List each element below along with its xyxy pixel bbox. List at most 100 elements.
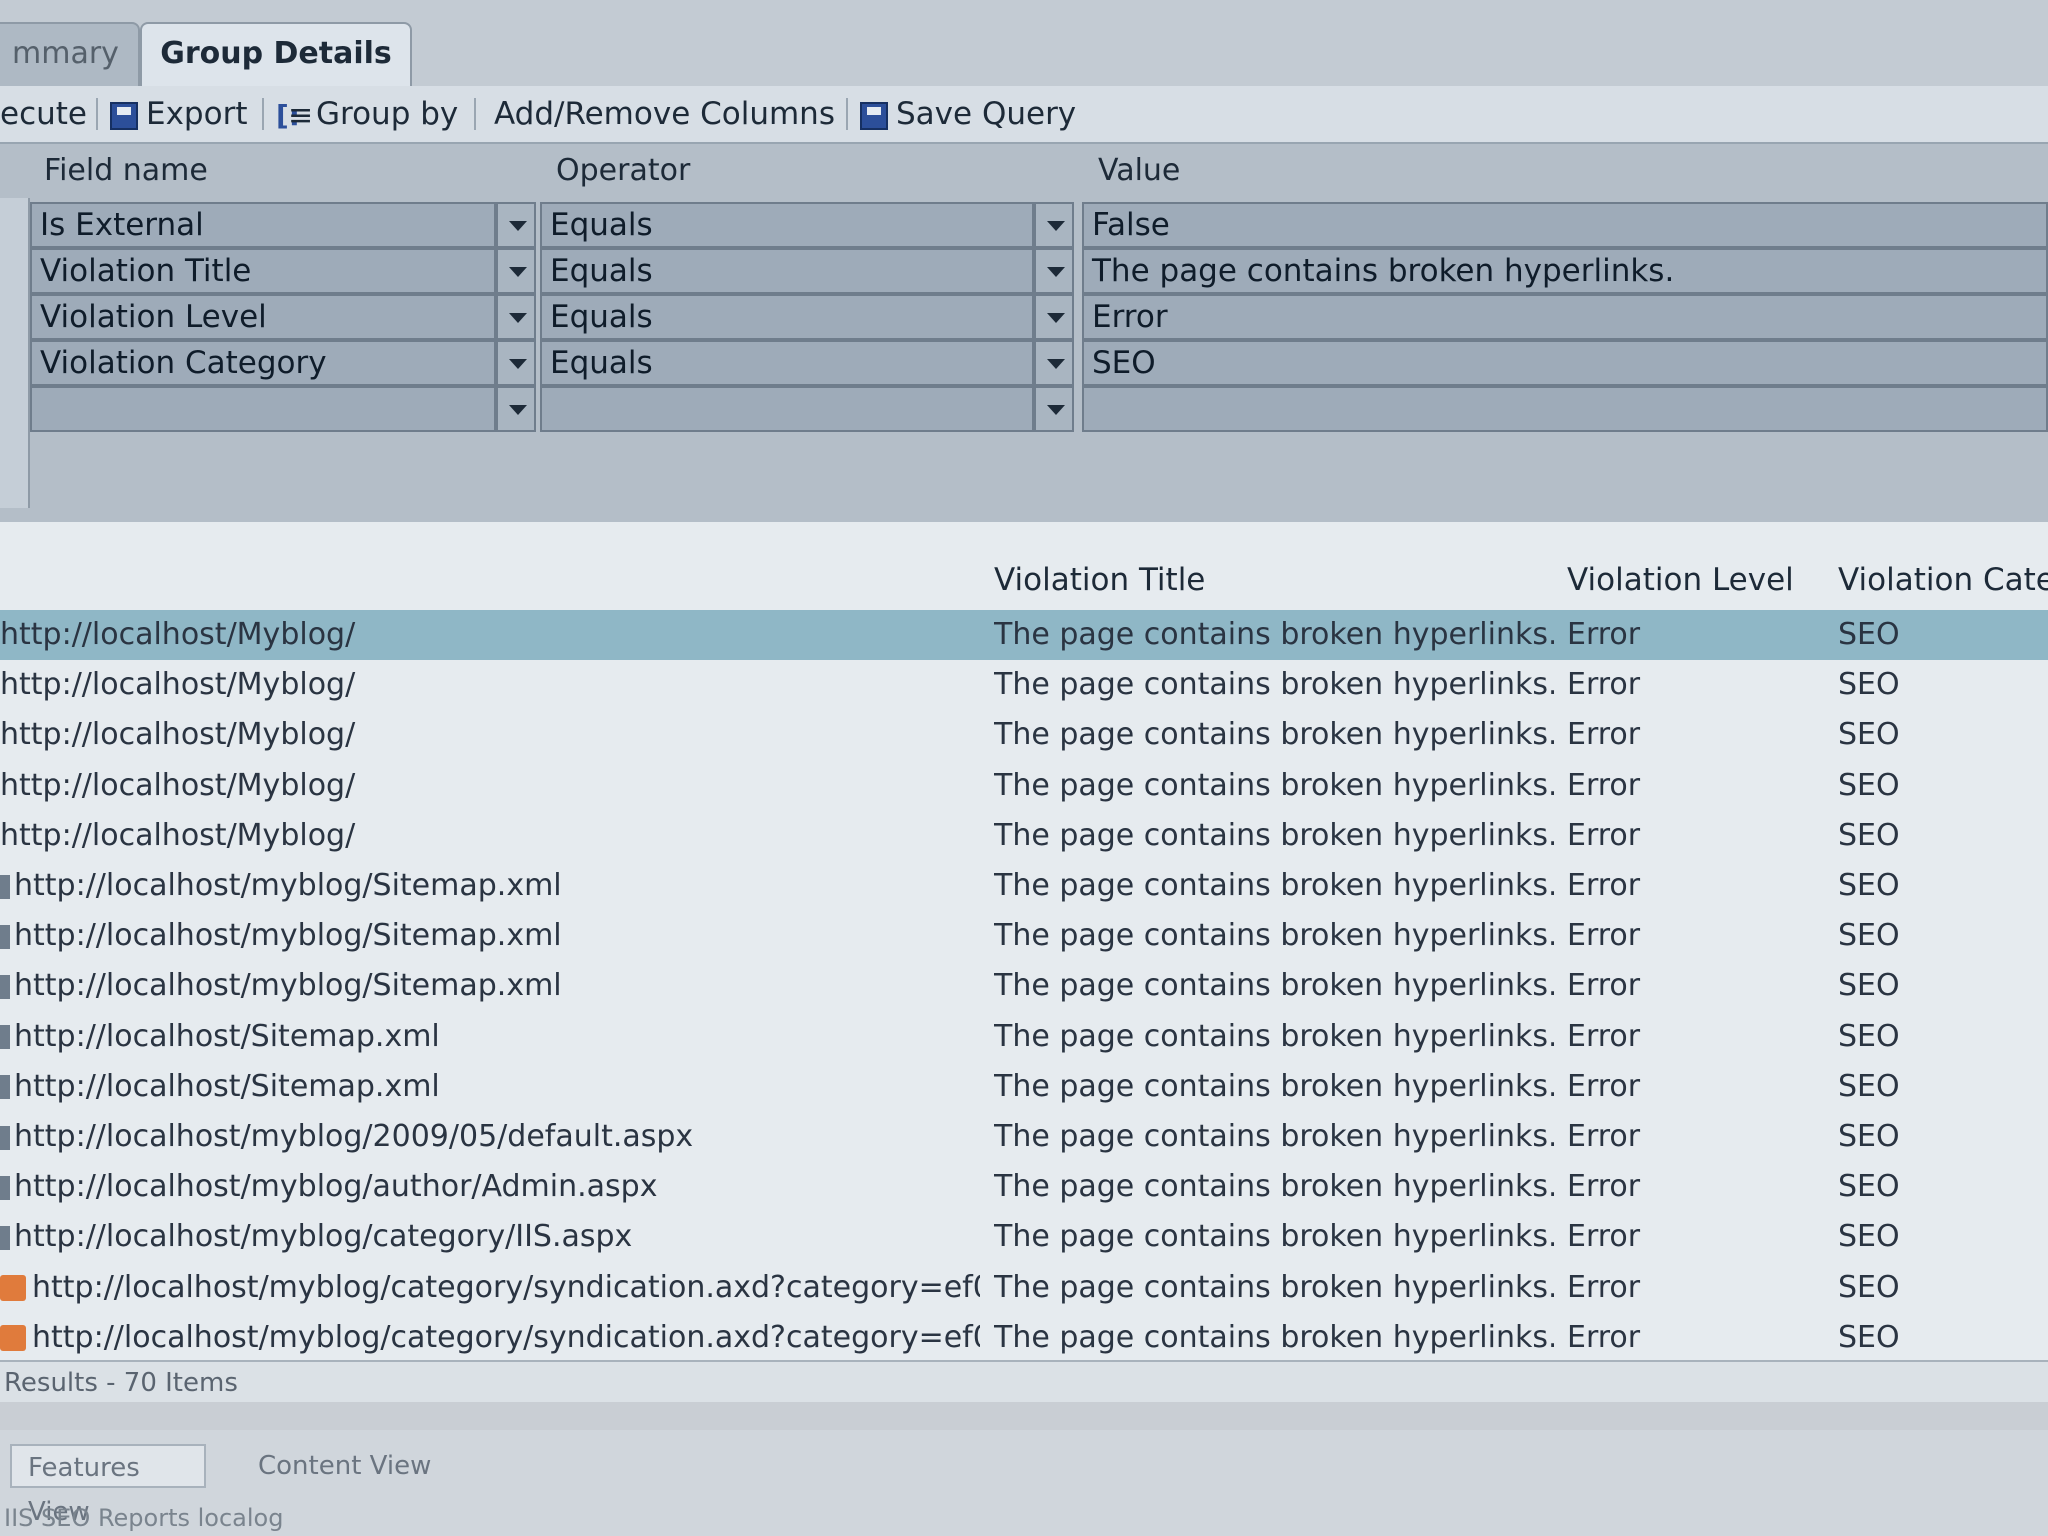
operator-header: Operator (556, 153, 691, 188)
value-cell[interactable]: Error (1082, 294, 2048, 340)
table-row[interactable]: http://localhost/myblog/category/syndica… (0, 1313, 2048, 1363)
violation-category-cell: SEO (1838, 817, 1900, 853)
violation-category-column-header[interactable]: Violation Cate... (1838, 552, 2048, 608)
url-cell[interactable]: http://localhost/Sitemap.xml (0, 1012, 980, 1062)
file-icon (0, 1225, 10, 1250)
url-cell[interactable]: http://localhost/Myblog/ (0, 710, 980, 760)
url-text: http://localhost/myblog/category/syndica… (32, 1319, 980, 1355)
tab-group-details[interactable]: Group Details (140, 22, 412, 86)
url-cell[interactable]: http://localhost/myblog/2009/05/default.… (0, 1112, 980, 1162)
table-row[interactable]: http://localhost/Myblog/The page contain… (0, 660, 2048, 710)
table-row[interactable]: http://localhost/Myblog/The page contain… (0, 761, 2048, 811)
url-cell[interactable]: http://localhost/Myblog/ (0, 660, 980, 710)
violation-level-cell: Error (1567, 1018, 1641, 1054)
field-name-cell[interactable]: Violation Category (30, 340, 496, 386)
url-text: http://localhost/Myblog/ (0, 667, 356, 703)
tab-summary[interactable]: mmary (0, 22, 140, 86)
table-row[interactable]: http://localhost/myblog/category/syndica… (0, 1263, 2048, 1313)
file-icon (0, 1075, 10, 1100)
table-row[interactable]: http://localhost/Myblog/The page contain… (0, 710, 2048, 760)
url-text: http://localhost/myblog/Sitemap.xml (14, 868, 562, 903)
url-cell[interactable]: http://localhost/Myblog/ (0, 761, 980, 811)
table-row[interactable]: http://localhost/myblog/Sitemap.xml The p… (0, 911, 2048, 961)
violation-category-cell: SEO (1838, 1269, 1900, 1305)
field-dropdown-arrow[interactable] (496, 248, 536, 294)
file-icon (0, 874, 10, 899)
add-remove-columns-button[interactable]: Add/Remove Columns (494, 94, 835, 134)
field-dropdown-arrow[interactable] (496, 294, 536, 340)
field-dropdown-arrow[interactable] (496, 202, 536, 248)
table-row[interactable]: http://localhost/Myblog/The page contain… (0, 610, 2048, 660)
violation-category-cell: SEO (1838, 1169, 1900, 1205)
file-icon (0, 924, 10, 949)
group-by-button[interactable]: Group by (276, 94, 458, 136)
violation-title-cell: The page contains broken hyperlinks. (994, 968, 1554, 1004)
operator-cell[interactable]: Equals (540, 294, 1034, 340)
operator-cell[interactable] (540, 386, 1034, 432)
execute-button[interactable]: ecute (0, 94, 87, 134)
url-cell[interactable]: http://localhost/Myblog/ (0, 811, 980, 861)
field-name-cell[interactable]: Is External (30, 202, 496, 248)
url-cell[interactable]: http://localhost/myblog/category/IIS.asp… (0, 1212, 980, 1262)
table-row[interactable]: http://localhost/Sitemap.xml The page con… (0, 1062, 2048, 1112)
toolbar-separator (96, 98, 98, 130)
field-dropdown-arrow[interactable] (496, 386, 536, 432)
url-text: http://localhost/myblog/category/syndica… (32, 1269, 980, 1305)
value-cell[interactable] (1082, 386, 2048, 432)
violation-level-cell: Error (1567, 1269, 1641, 1305)
url-text: http://localhost/myblog/2009/05/default.… (14, 1119, 694, 1154)
url-cell[interactable]: http://localhost/myblog/Sitemap.xml (0, 911, 980, 961)
save-disk-icon (110, 101, 138, 130)
operator-cell[interactable]: Equals (540, 340, 1034, 386)
tab-content-view[interactable]: Content View (222, 1444, 431, 1488)
url-cell[interactable]: http://localhost/myblog/category/syndica… (0, 1263, 980, 1313)
operator-dropdown-arrow[interactable] (1034, 294, 1074, 340)
field-dropdown-arrow[interactable] (496, 340, 536, 386)
field-name-cell[interactable]: Violation Level (30, 294, 496, 340)
violation-category-cell: SEO (1838, 617, 1900, 652)
violation-title-cell: The page contains broken hyperlinks. (994, 868, 1554, 903)
violation-category-cell: SEO (1838, 918, 1900, 954)
url-cell[interactable]: http://localhost/myblog/category/syndica… (0, 1313, 980, 1363)
table-row[interactable]: http://localhost/Myblog/The page contain… (0, 811, 2048, 861)
table-row[interactable]: http://localhost/myblog/Sitemap.xml The p… (0, 861, 2048, 911)
field-name-cell[interactable]: Violation Title (30, 248, 496, 294)
operator-dropdown-arrow[interactable] (1034, 340, 1074, 386)
violation-level-cell: Error (1567, 1169, 1641, 1205)
rss-icon (0, 1275, 26, 1302)
taskbar-item[interactable]: IIS SEO Reports localog (0, 1500, 2048, 1536)
table-row[interactable]: http://localhost/myblog/category/IIS.asp… (0, 1212, 2048, 1262)
value-cell[interactable]: The page contains broken hyperlinks. (1082, 248, 2048, 294)
operator-dropdown-arrow[interactable] (1034, 386, 1074, 432)
violation-category-cell: SEO (1838, 717, 1900, 753)
violation-level-cell: Error (1567, 767, 1641, 803)
operator-cell[interactable]: Equals (540, 248, 1034, 294)
violation-level-cell: Error (1567, 868, 1641, 903)
url-cell[interactable]: http://localhost/Myblog/ (0, 610, 980, 660)
value-cell[interactable]: False (1082, 202, 2048, 248)
group-by-icon (276, 96, 313, 136)
save-query-icon (860, 101, 888, 130)
url-text: http://localhost/myblog/author/Admin.asp… (14, 1169, 658, 1205)
value-cell[interactable]: SEO (1082, 340, 2048, 386)
url-cell[interactable]: http://localhost/myblog/author/Admin.asp… (0, 1162, 980, 1212)
table-row[interactable]: http://localhost/myblog/2009/05/default.… (0, 1112, 2048, 1162)
url-cell[interactable]: http://localhost/myblog/Sitemap.xml (0, 861, 980, 911)
url-cell[interactable]: http://localhost/myblog/Sitemap.xml (0, 961, 980, 1011)
url-cell[interactable]: http://localhost/Sitemap.xml (0, 1062, 980, 1112)
tab-strip: mmary Group Details (0, 0, 2048, 86)
violation-title-cell: The page contains broken hyperlinks. (994, 1319, 1554, 1355)
table-row[interactable]: http://localhost/myblog/Sitemap.xml The p… (0, 961, 2048, 1011)
operator-cell[interactable]: Equals (540, 202, 1034, 248)
tab-features-view[interactable]: Features View (10, 1444, 206, 1527)
field-name-cell[interactable] (30, 386, 496, 432)
export-button[interactable]: Export (110, 94, 247, 134)
save-query-button[interactable]: Save Query (860, 94, 1076, 134)
violation-level-column-header[interactable]: Violation Level (1567, 552, 1794, 608)
operator-dropdown-arrow[interactable] (1034, 248, 1074, 294)
violation-title-cell: The page contains broken hyperlinks. (994, 1068, 1554, 1104)
operator-dropdown-arrow[interactable] (1034, 202, 1074, 248)
table-row[interactable]: http://localhost/myblog/author/Admin.asp… (0, 1162, 2048, 1212)
violation-title-column-header[interactable]: Violation Title (994, 552, 1205, 608)
table-row[interactable]: http://localhost/Sitemap.xml The page con… (0, 1012, 2048, 1062)
